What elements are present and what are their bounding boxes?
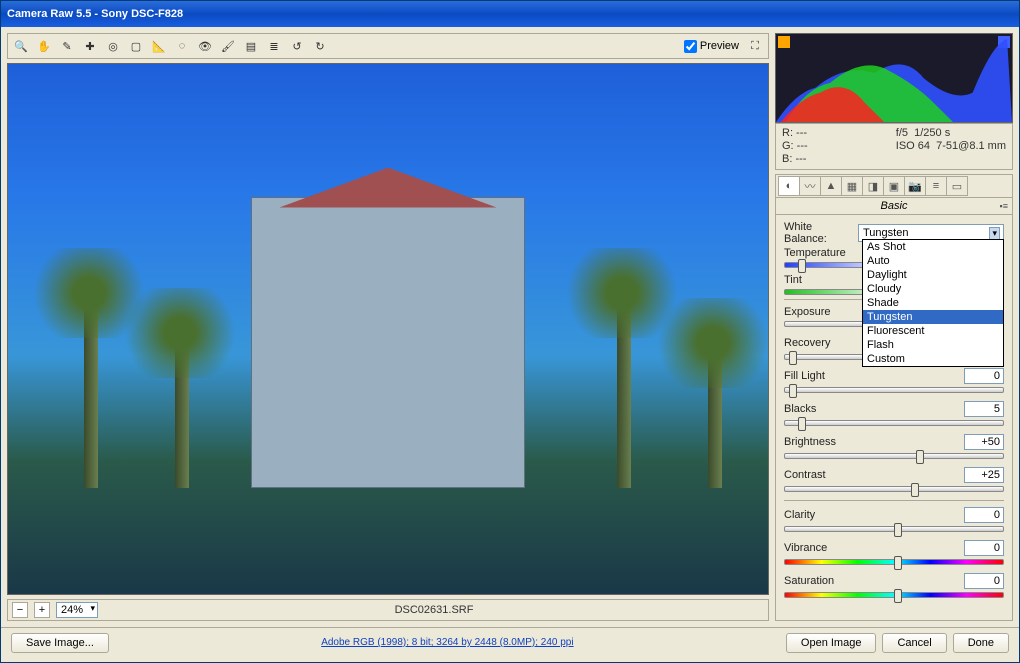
workflow-link[interactable]: Adobe RGB (1998); 8 bit; 3264 by 2448 (8… — [115, 637, 780, 648]
clarity-value[interactable]: 0 — [964, 507, 1004, 523]
clarity-label: Clarity — [784, 509, 815, 521]
wb-option[interactable]: Flash — [863, 338, 1003, 352]
footer-bar: Save Image... Adobe RGB (1998); 8 bit; 3… — [1, 627, 1019, 657]
cancel-button[interactable]: Cancel — [882, 633, 946, 653]
open-image-button[interactable]: Open Image — [786, 633, 877, 653]
slider-thumb[interactable] — [894, 589, 902, 603]
slider-thumb[interactable] — [798, 259, 806, 273]
recovery-label: Recovery — [784, 337, 830, 349]
brightness-value[interactable]: +50 — [964, 434, 1004, 450]
save-image-button[interactable]: Save Image... — [11, 633, 109, 653]
wb-option[interactable]: As Shot — [863, 240, 1003, 254]
prefs-icon[interactable]: ≣ — [263, 35, 285, 57]
tab-camera[interactable]: 📷 — [904, 176, 926, 196]
target-adjust-icon[interactable]: ◎ — [102, 35, 124, 57]
wb-option[interactable]: Fluorescent — [863, 324, 1003, 338]
saturation-value[interactable]: 0 — [964, 573, 1004, 589]
fill-value[interactable]: 0 — [964, 368, 1004, 384]
brightness-slider[interactable] — [784, 453, 1004, 459]
contrast-label: Contrast — [784, 469, 826, 481]
hand-tool-icon[interactable]: ✋ — [33, 35, 55, 57]
color-sampler-icon[interactable]: ✚ — [79, 35, 101, 57]
fill-label: Fill Light — [784, 370, 825, 382]
tab-lens[interactable]: ▣ — [883, 176, 905, 196]
preview-checkbox[interactable]: Preview — [684, 40, 739, 53]
wb-option[interactable]: Auto — [863, 254, 1003, 268]
exposure-label: Exposure — [784, 306, 830, 318]
white-balance-dropdown[interactable]: As Shot Auto Daylight Cloudy Shade Tungs… — [862, 239, 1004, 367]
image-preview[interactable] — [7, 63, 769, 595]
panel-menu-icon[interactable]: ▪≡ — [1000, 201, 1008, 211]
blacks-label: Blacks — [784, 403, 816, 415]
exif-info: R: ---G: ---B: --- f/5 1/250 s ISO 64 7-… — [775, 123, 1013, 170]
tint-label: Tint — [784, 274, 854, 286]
slider-thumb[interactable] — [789, 384, 797, 398]
straighten-tool-icon[interactable]: 📐 — [148, 35, 170, 57]
preview-checkbox-input[interactable] — [684, 40, 697, 53]
basic-panel: White Balance: Tungsten As Shot Auto Day… — [775, 215, 1013, 621]
white-balance-label: White Balance: — [784, 221, 854, 245]
crop-tool-icon[interactable]: ▢ — [125, 35, 147, 57]
main-toolbar: 🔍 ✋ ✎ ✚ ◎ ▢ 📐 ◌ 👁 🖌 ▤ ≣ ↺ ↻ Preview ⛶ — [7, 33, 769, 59]
vibrance-value[interactable]: 0 — [964, 540, 1004, 556]
zoom-in-button[interactable]: + — [34, 602, 50, 618]
rotate-cw-icon[interactable]: ↻ — [309, 35, 331, 57]
wb-tool-icon[interactable]: ✎ — [56, 35, 78, 57]
zoom-select[interactable]: 24% — [56, 602, 98, 618]
slider-thumb[interactable] — [894, 556, 902, 570]
tab-presets[interactable]: ≡ — [925, 176, 947, 196]
tab-detail[interactable]: ▲ — [820, 176, 842, 196]
contrast-value[interactable]: +25 — [964, 467, 1004, 483]
slider-thumb[interactable] — [911, 483, 919, 497]
tab-split[interactable]: ◨ — [862, 176, 884, 196]
filename-label: DSC02631.SRF — [104, 604, 764, 616]
blacks-value[interactable]: 5 — [964, 401, 1004, 417]
redeye-tool-icon[interactable]: 👁 — [194, 35, 216, 57]
wb-option[interactable]: Shade — [863, 296, 1003, 310]
grad-filter-icon[interactable]: ▤ — [240, 35, 262, 57]
tab-curve[interactable]: 〰 — [799, 176, 821, 196]
vibrance-slider[interactable] — [784, 559, 1004, 565]
window-title: Camera Raw 5.5 - Sony DSC-F828 — [7, 8, 183, 20]
spot-removal-icon[interactable]: ◌ — [171, 35, 193, 57]
zoom-tool-icon[interactable]: 🔍 — [10, 35, 32, 57]
wb-option[interactable]: Custom — [863, 352, 1003, 366]
clarity-slider[interactable] — [784, 526, 1004, 532]
contrast-slider[interactable] — [784, 486, 1004, 492]
tab-hsl[interactable]: ▦ — [841, 176, 863, 196]
temperature-label: Temperature — [784, 247, 854, 259]
titlebar: Camera Raw 5.5 - Sony DSC-F828 — [1, 1, 1019, 27]
fill-slider[interactable] — [784, 387, 1004, 393]
status-bar: − + 24% DSC02631.SRF — [7, 599, 769, 621]
adjust-brush-icon[interactable]: 🖌 — [217, 35, 239, 57]
rotate-ccw-icon[interactable]: ↺ — [286, 35, 308, 57]
slider-thumb[interactable] — [916, 450, 924, 464]
slider-thumb[interactable] — [789, 351, 797, 365]
done-button[interactable]: Done — [953, 633, 1009, 653]
fullscreen-icon[interactable]: ⛶ — [744, 35, 766, 57]
wb-option[interactable]: Cloudy — [863, 282, 1003, 296]
zoom-out-button[interactable]: − — [12, 602, 28, 618]
tab-snapshots[interactable]: ▭ — [946, 176, 968, 196]
slider-thumb[interactable] — [798, 417, 806, 431]
preview-content — [251, 197, 525, 489]
blacks-slider[interactable] — [784, 420, 1004, 426]
vibrance-label: Vibrance — [784, 542, 827, 554]
saturation-slider[interactable] — [784, 592, 1004, 598]
histogram[interactable] — [775, 33, 1013, 123]
wb-option[interactable]: Tungsten — [863, 310, 1003, 324]
tab-basic[interactable]: ◐ — [778, 176, 800, 196]
saturation-label: Saturation — [784, 575, 834, 587]
panel-tabs: ◐ 〰 ▲ ▦ ◨ ▣ 📷 ≡ ▭ — [775, 174, 1013, 198]
slider-thumb[interactable] — [894, 523, 902, 537]
brightness-label: Brightness — [784, 436, 836, 448]
panel-title: Basic ▪≡ — [775, 198, 1013, 215]
wb-option[interactable]: Daylight — [863, 268, 1003, 282]
